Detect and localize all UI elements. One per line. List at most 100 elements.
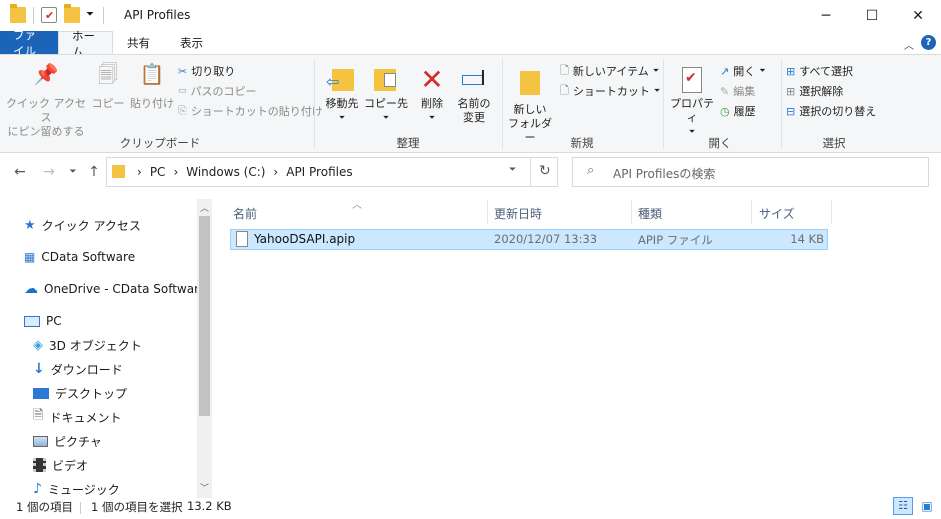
file-row[interactable]: YahooDSAPI.apip 2020/12/07 13:33 APIP ファ… (230, 229, 828, 250)
group-divider (781, 59, 782, 149)
customize-quick-access-icon[interactable]: ⏷ (86, 9, 94, 20)
tab-share[interactable]: 共有 (114, 31, 163, 55)
column-header-modified[interactable]: 更新日時 (494, 202, 542, 224)
column-header-name[interactable]: 名前 (233, 202, 257, 224)
properties-quick-icon[interactable]: ✔ (41, 7, 57, 23)
refresh-icon[interactable]: ↻ (539, 163, 551, 179)
sidebar-item-documents[interactable]: 🗎 ドキュメント (33, 406, 121, 428)
paste-button[interactable]: 📋 貼り付け (128, 64, 176, 111)
maximize-button[interactable]: ☐ (849, 0, 895, 31)
paste-shortcut-button[interactable]: ⎘ ショートカットの貼り付け (178, 101, 323, 121)
large-icons-view-icon[interactable]: ▣ (917, 497, 937, 515)
forward-arrow-icon[interactable]: → (40, 163, 58, 181)
cut-button[interactable]: ✂ 切り取り (178, 61, 323, 81)
address-bar[interactable]: › PC › Windows (C:) › API Profiles ⏷ ↻ (106, 157, 558, 187)
sidebar-item-label: ビデオ (52, 458, 89, 473)
column-header-size[interactable]: サイズ (759, 202, 795, 224)
invert-selection-button[interactable]: ⊟ 選択の切り替え (786, 101, 876, 121)
up-arrow-icon[interactable]: ↑ (85, 163, 103, 181)
column-header-type[interactable]: 種類 (638, 202, 662, 224)
navigation-pane: ★ クイック アクセス ▦ CData Software ☁ OneDrive … (0, 199, 212, 499)
sidebar-item-music[interactable]: ♪ ミュージック (33, 478, 120, 500)
search-box[interactable]: ⌕ API Profilesの検索 (572, 157, 929, 187)
scrollbar-thumb[interactable] (199, 216, 210, 416)
rename-button[interactable]: I 名前の 変更 (454, 63, 494, 125)
sidebar-item-downloads[interactable]: ↓ ダウンロード (33, 358, 123, 380)
divider (530, 158, 531, 186)
sidebar-item-label: 3D オブジェクト (49, 338, 142, 353)
copy-to-icon (364, 63, 408, 97)
delete-button[interactable]: ✕ 削除 ⏷ (414, 63, 450, 125)
sidebar-item-pc[interactable]: PC (24, 310, 62, 332)
sidebar-item-quick-access[interactable]: ★ クイック アクセス (24, 214, 141, 236)
open-icon: ↗ (720, 64, 730, 78)
folder-icon (10, 4, 26, 23)
pin-quick-access-button[interactable]: 📌 クイック アクセス にピン留めする (4, 64, 88, 139)
select-all-button[interactable]: ⊞ すべて選択 (786, 61, 876, 81)
sidebar-item-label: OneDrive - CData Software (44, 282, 207, 296)
tab-file[interactable]: ファイル (0, 28, 58, 58)
sidebar-item-desktop[interactable]: デスクトップ (33, 382, 127, 404)
breadcrumb-sep-icon: › (173, 165, 179, 179)
star-icon: ★ (24, 217, 36, 233)
sidebar-item-3d-objects[interactable]: ◈ 3D オブジェクト (33, 334, 142, 356)
new-folder-label: 新しい フォルダー (508, 103, 552, 144)
rename-label: 名前の 変更 (457, 97, 491, 124)
new-folder-button[interactable]: 新しい フォルダー (504, 63, 556, 145)
sidebar-scrollbar[interactable]: ︿ ﹀ (197, 199, 212, 498)
select-all-label: すべて選択 (799, 65, 854, 78)
organize-group-label: 整理 (396, 136, 420, 150)
group-divider (663, 59, 664, 149)
scroll-up-icon[interactable]: ︿ (200, 201, 209, 214)
breadcrumb-drive[interactable]: Windows (C:) (186, 165, 265, 179)
close-button[interactable]: ✕ (895, 0, 941, 31)
tab-home[interactable]: ホーム (58, 29, 113, 59)
music-icon: ♪ (33, 481, 42, 497)
column-divider[interactable] (831, 200, 832, 224)
sidebar-item-onedrive[interactable]: ☁ OneDrive - CData Software (24, 278, 206, 300)
sidebar-item-cdata-software[interactable]: ▦ CData Software (24, 246, 135, 268)
sort-ascending-icon: ︿ (352, 200, 362, 211)
scroll-down-icon[interactable]: ﹀ (200, 481, 209, 494)
edit-button[interactable]: ✎ 編集 (720, 81, 766, 101)
column-divider[interactable] (751, 200, 752, 224)
group-divider (314, 59, 315, 149)
copy-button[interactable]: 🗐 コピー (88, 64, 128, 111)
select-none-button[interactable]: ⊞ 選択解除 (786, 81, 876, 101)
copy-label: コピー (91, 97, 125, 110)
search-icon: ⌕ (587, 163, 595, 178)
new-item-button[interactable]: 🗋 新しいアイテム ⏷ (560, 61, 660, 81)
search-input[interactable]: API Profilesの検索 (613, 165, 715, 182)
breadcrumb-pc[interactable]: PC (150, 165, 166, 179)
move-to-icon: ⇦ (320, 63, 364, 97)
sidebar-item-pictures[interactable]: ピクチャ (33, 430, 102, 452)
open-button[interactable]: ↗ 開く ⏷ (720, 61, 766, 81)
properties-button[interactable]: ✔ プロパティ ⏷ (666, 63, 718, 139)
new-small-buttons: 🗋 新しいアイテム ⏷ 🗋 ショートカット ⏷ (560, 61, 660, 101)
easy-access-button[interactable]: 🗋 ショートカット ⏷ (560, 81, 660, 101)
breadcrumb-sep-icon: › (273, 165, 279, 179)
breadcrumb-folder[interactable]: API Profiles (286, 165, 352, 179)
new-group-label: 新規 (570, 136, 594, 150)
recent-locations-icon[interactable]: ⏷ (64, 163, 82, 181)
desktop-icon (33, 387, 49, 399)
collapse-ribbon-icon[interactable]: ︿ (904, 37, 914, 52)
details-view-icon[interactable]: ☷ (893, 497, 913, 515)
delete-x-icon: ✕ (420, 63, 444, 96)
tab-view[interactable]: 表示 (167, 31, 216, 55)
move-to-button[interactable]: ⇦ 移動先 ⏷ (320, 63, 364, 125)
status-selected-count: 1 個の項目を選択 (91, 500, 183, 514)
copy-path-button[interactable]: ▭ パスのコピー (178, 81, 323, 101)
column-divider[interactable] (631, 200, 632, 224)
ribbon-tabs: ファイル ホーム 共有 表示 ︿ ? (0, 28, 941, 59)
sidebar-item-videos[interactable]: ビデオ (33, 454, 88, 476)
back-arrow-icon[interactable]: ← (11, 163, 29, 181)
help-icon[interactable]: ? (921, 35, 936, 50)
history-button[interactable]: ◷ 履歴 (720, 101, 766, 121)
column-divider[interactable] (487, 200, 488, 224)
copy-to-button[interactable]: コピー先 ⏷ (364, 63, 408, 125)
new-folder-quick-icon[interactable] (64, 4, 80, 23)
address-dropdown-icon[interactable]: ⏷ (509, 165, 516, 175)
minimize-button[interactable]: ─ (803, 0, 849, 31)
open-group-label: 開く (708, 136, 732, 150)
